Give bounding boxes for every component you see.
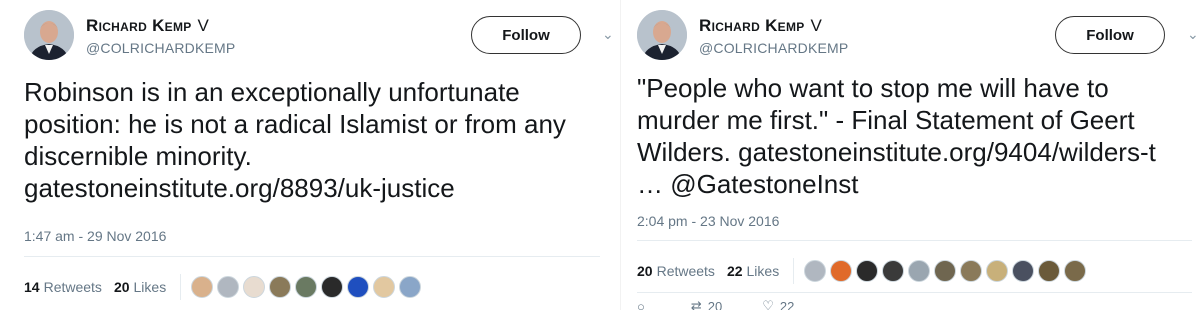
stats-separator [180, 274, 182, 300]
author-handle[interactable]: @COLRICHARDKEMP [699, 40, 848, 56]
liker-avatar[interactable] [856, 260, 879, 282]
liker-avatars [804, 260, 1090, 282]
stats-separator [793, 258, 795, 284]
tweet-actions: ○ ⇄ 20 ♡ 22 [637, 298, 794, 310]
author-name-text[interactable]: Richard Kemp [86, 16, 192, 36]
liker-avatar[interactable] [1038, 260, 1061, 282]
author-name[interactable]: Richard Kemp V [86, 16, 235, 36]
author-name-text[interactable]: Richard Kemp [699, 16, 805, 36]
tweet-link[interactable]: gatestoneinstitute.org/9404/wilders-t [738, 137, 1156, 167]
avatar[interactable] [24, 10, 74, 60]
tweet-card: Richard Kemp V @COLRICHARDKEMP Follow ⌄ … [0, 0, 620, 310]
liker-avatar[interactable] [986, 260, 1009, 282]
tweet-card: Richard Kemp V @COLRICHARDKEMP Follow ⌄ … [620, 0, 1200, 310]
author-handle[interactable]: @COLRICHARDKEMP [86, 40, 235, 56]
retweets-count: 14 [24, 279, 40, 295]
follow-button[interactable]: Follow [471, 16, 581, 54]
author-block: Richard Kemp V @COLRICHARDKEMP [699, 16, 848, 56]
liker-avatar[interactable] [934, 260, 957, 282]
liker-avatar[interactable] [243, 276, 266, 298]
author-block: Richard Kemp V @COLRICHARDKEMP [86, 16, 235, 56]
like-count: 22 [779, 298, 795, 310]
reply-action[interactable]: ○ [637, 298, 651, 310]
liker-avatar[interactable] [191, 276, 214, 298]
liker-avatar[interactable] [960, 260, 983, 282]
liker-avatars [191, 276, 425, 298]
liker-avatar[interactable] [908, 260, 931, 282]
divider [24, 256, 600, 257]
liker-avatar[interactable] [295, 276, 318, 298]
tweet-link[interactable]: gatestoneinstitute.org/8893/uk-justice [24, 173, 455, 203]
liker-avatar[interactable] [804, 260, 827, 282]
like-action[interactable]: ♡ 22 [762, 298, 794, 310]
retweets-stat[interactable]: 20 Retweets [637, 263, 715, 279]
retweets-label: Retweets [656, 263, 715, 279]
tweet-text-body: Robinson is in an exceptionally unfortun… [24, 77, 566, 171]
liker-avatar[interactable] [321, 276, 344, 298]
verified-icon: V [810, 16, 823, 35]
mention-link[interactable]: … @GatestoneInst [637, 169, 859, 199]
liker-avatar[interactable] [373, 276, 396, 298]
divider [637, 240, 1192, 241]
heart-icon: ♡ [762, 298, 774, 310]
likes-stat[interactable]: 22 Likes [727, 263, 779, 279]
divider [637, 292, 1192, 293]
liker-avatar[interactable] [347, 276, 370, 298]
retweet-icon: ⇄ [690, 298, 702, 310]
liker-avatar[interactable] [1064, 260, 1087, 282]
reply-icon: ○ [637, 298, 645, 310]
retweets-count: 20 [637, 263, 653, 279]
tweet-header: Richard Kemp V @COLRICHARDKEMP Follow ⌄ [637, 10, 1200, 62]
retweet-count: 20 [707, 298, 723, 310]
tweet-header: Richard Kemp V @COLRICHARDKEMP Follow ⌄ [24, 10, 620, 62]
likes-count: 22 [726, 263, 743, 279]
liker-avatar[interactable] [217, 276, 240, 298]
tweet-timestamp[interactable]: 2:04 pm - 23 Nov 2016 [637, 213, 779, 229]
avatar[interactable] [637, 10, 687, 60]
liker-avatar[interactable] [269, 276, 292, 298]
tweet-stats: 20 Retweets 22 Likes [637, 258, 1090, 284]
chevron-down-icon[interactable]: ⌄ [1187, 26, 1199, 43]
likes-label: Likes [133, 279, 167, 295]
liker-avatar[interactable] [830, 260, 853, 282]
author-name[interactable]: Richard Kemp V [699, 16, 848, 36]
liker-avatar[interactable] [1012, 260, 1035, 282]
likes-stat[interactable]: 20 Likes [114, 279, 166, 295]
retweets-label: Retweets [43, 279, 102, 295]
verified-icon: V [197, 16, 210, 35]
liker-avatar[interactable] [399, 276, 422, 298]
follow-button[interactable]: Follow [1055, 16, 1165, 54]
tweet-timestamp[interactable]: 1:47 am - 29 Nov 2016 [24, 228, 166, 244]
retweet-action[interactable]: ⇄ 20 [691, 298, 722, 310]
tweet-text: Robinson is in an exceptionally unfortun… [24, 76, 604, 204]
liker-avatar[interactable] [882, 260, 905, 282]
tweet-text: "People who want to stop me will have to… [637, 72, 1182, 200]
likes-label: Likes [746, 263, 780, 279]
likes-count: 20 [113, 279, 130, 295]
retweets-stat[interactable]: 14 Retweets [24, 279, 102, 295]
tweet-stats: 14 Retweets 20 Likes [24, 274, 425, 300]
chevron-down-icon[interactable]: ⌄ [602, 26, 614, 43]
